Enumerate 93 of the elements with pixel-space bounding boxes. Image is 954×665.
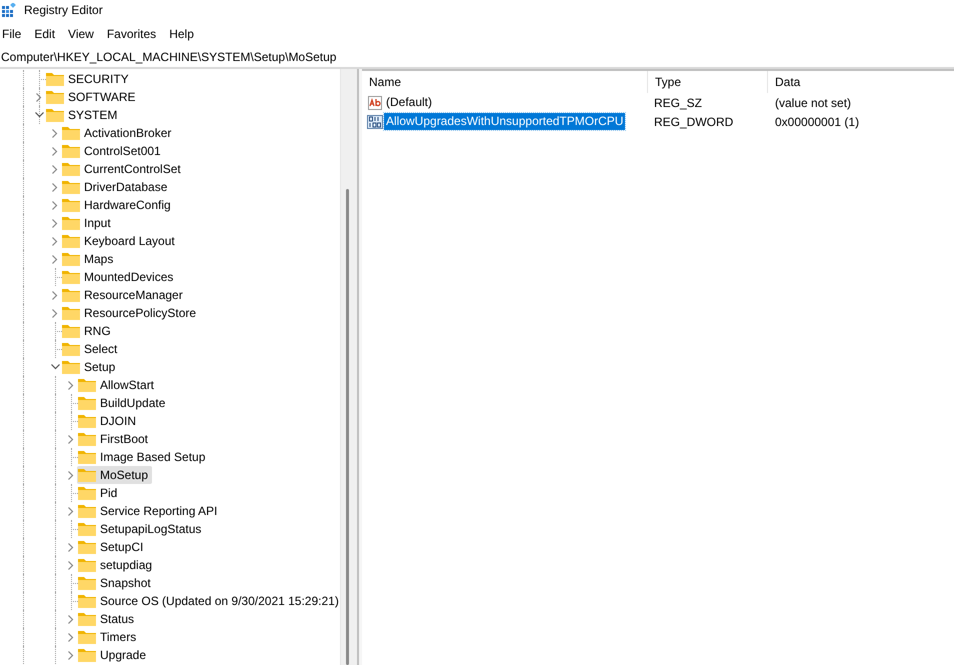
folder-icon xyxy=(62,144,80,158)
tree-item[interactable]: Service Reporting API xyxy=(77,502,222,520)
collapse-chevron-icon[interactable] xyxy=(34,112,44,118)
tree-item[interactable]: ActivationBroker xyxy=(61,124,176,142)
window-title: Registry Editor xyxy=(24,2,103,19)
menu-item[interactable]: Help xyxy=(167,25,196,43)
menu-item[interactable]: File xyxy=(0,25,24,43)
folder-icon xyxy=(62,288,80,302)
tree-item[interactable]: Snapshot xyxy=(77,574,155,592)
folder-icon xyxy=(78,522,96,536)
tree-item[interactable]: BuildUpdate xyxy=(77,394,170,412)
tree-item[interactable]: HardwareConfig xyxy=(61,196,175,214)
column-header[interactable]: Type xyxy=(648,71,768,93)
scrollbar[interactable] xyxy=(340,69,357,665)
tree-item[interactable]: Input xyxy=(61,214,115,232)
registry-app-icon xyxy=(2,3,16,17)
folder-icon xyxy=(78,396,96,410)
tree-item[interactable]: Pid xyxy=(77,484,122,502)
folder-icon xyxy=(78,558,96,572)
folder-icon xyxy=(62,162,80,176)
tree-item[interactable]: SYSTEM xyxy=(45,106,122,124)
tree-item[interactable]: ResourceManager xyxy=(61,286,187,304)
menu-item[interactable]: Edit xyxy=(32,25,58,43)
folder-icon xyxy=(78,504,96,518)
folder-icon xyxy=(62,216,80,230)
menu-item[interactable]: View xyxy=(66,25,96,43)
tree-item[interactable]: ControlSet001 xyxy=(61,142,165,160)
folder-icon xyxy=(62,306,80,320)
tree-item[interactable]: Setup xyxy=(61,358,120,376)
folder-icon xyxy=(78,378,96,392)
folder-icon xyxy=(62,270,80,284)
tree-item[interactable]: setupdiag xyxy=(77,556,156,574)
tree-item[interactable]: DJOIN xyxy=(77,412,140,430)
tree-item[interactable]: SOFTWARE xyxy=(45,88,140,106)
tree-item[interactable]: MoSetup xyxy=(77,466,152,484)
string-value-icon xyxy=(367,94,383,110)
binary-value-icon xyxy=(367,114,383,130)
folder-icon xyxy=(62,180,80,194)
tree-item[interactable]: Source OS (Updated on 9/30/2021 15:29:21) xyxy=(77,592,343,610)
folder-icon xyxy=(78,630,96,644)
value-type: REG_DWORD xyxy=(653,114,734,130)
tree-item[interactable]: FirstBoot xyxy=(77,430,152,448)
expand-chevron-icon[interactable] xyxy=(68,470,74,480)
tree-item[interactable]: Image Based Setup xyxy=(77,448,210,466)
folder-icon xyxy=(62,234,80,248)
folder-icon xyxy=(78,414,96,428)
folder-icon xyxy=(78,612,96,626)
folder-icon xyxy=(62,324,80,338)
value-name[interactable]: AllowUpgradesWithUnsupportedTPMOrCPU xyxy=(384,113,626,130)
folder-icon xyxy=(62,342,80,356)
column-header[interactable]: Name xyxy=(362,71,648,93)
expand-chevron-icon[interactable] xyxy=(68,434,74,444)
folder-icon xyxy=(46,72,64,86)
tree-item[interactable]: RNG xyxy=(61,322,115,340)
tree-item[interactable]: Select xyxy=(61,340,122,358)
tree-item[interactable]: AllowStart xyxy=(77,376,158,394)
tree-item[interactable]: MountedDevices xyxy=(61,268,178,286)
tree-item[interactable]: ResourcePolicyStore xyxy=(61,304,200,322)
folder-icon xyxy=(62,198,80,212)
folder-icon xyxy=(78,540,96,554)
tree-item[interactable]: Status xyxy=(77,610,138,628)
tree-item[interactable]: Maps xyxy=(61,250,118,268)
folder-icon xyxy=(78,432,96,446)
tree-item[interactable]: Timers xyxy=(77,628,140,646)
folder-icon xyxy=(62,360,80,374)
tree-item[interactable]: Keyboard Layout xyxy=(61,232,179,250)
collapse-chevron-icon[interactable] xyxy=(50,364,60,370)
menu-item[interactable]: Favorites xyxy=(104,25,158,43)
folder-icon xyxy=(78,468,96,482)
value-data: (value not set) xyxy=(774,94,852,112)
address-bar[interactable]: Computer\HKEY_LOCAL_MACHINE\SYSTEM\Setup\MoSetup xyxy=(0,48,336,66)
tree-item[interactable]: DriverDatabase xyxy=(61,178,172,196)
expand-chevron-icon[interactable] xyxy=(68,506,74,516)
tree-item[interactable]: Upgrade xyxy=(77,646,150,664)
folder-icon xyxy=(78,450,96,464)
value-name[interactable]: (Default) xyxy=(384,94,434,111)
tree-item[interactable]: SetupCI xyxy=(77,538,148,556)
tree-item[interactable]: SetupapiLogStatus xyxy=(77,520,206,538)
folder-icon xyxy=(46,108,64,122)
value-type: REG_SZ xyxy=(653,94,704,112)
tree-item[interactable]: CurrentControlSet xyxy=(61,160,185,178)
folder-icon xyxy=(78,594,96,608)
tree-item[interactable]: SECURITY xyxy=(45,70,133,88)
folder-icon xyxy=(62,252,80,266)
folder-icon xyxy=(62,126,80,140)
folder-icon xyxy=(78,576,96,590)
value-data: 0x00000001 (1) xyxy=(774,114,860,130)
expand-chevron-icon[interactable] xyxy=(68,380,74,390)
folder-icon xyxy=(46,90,64,104)
column-header[interactable]: Data xyxy=(768,71,954,93)
folder-icon xyxy=(78,486,96,500)
folder-icon xyxy=(78,648,96,662)
expand-chevron-icon[interactable] xyxy=(36,92,42,102)
